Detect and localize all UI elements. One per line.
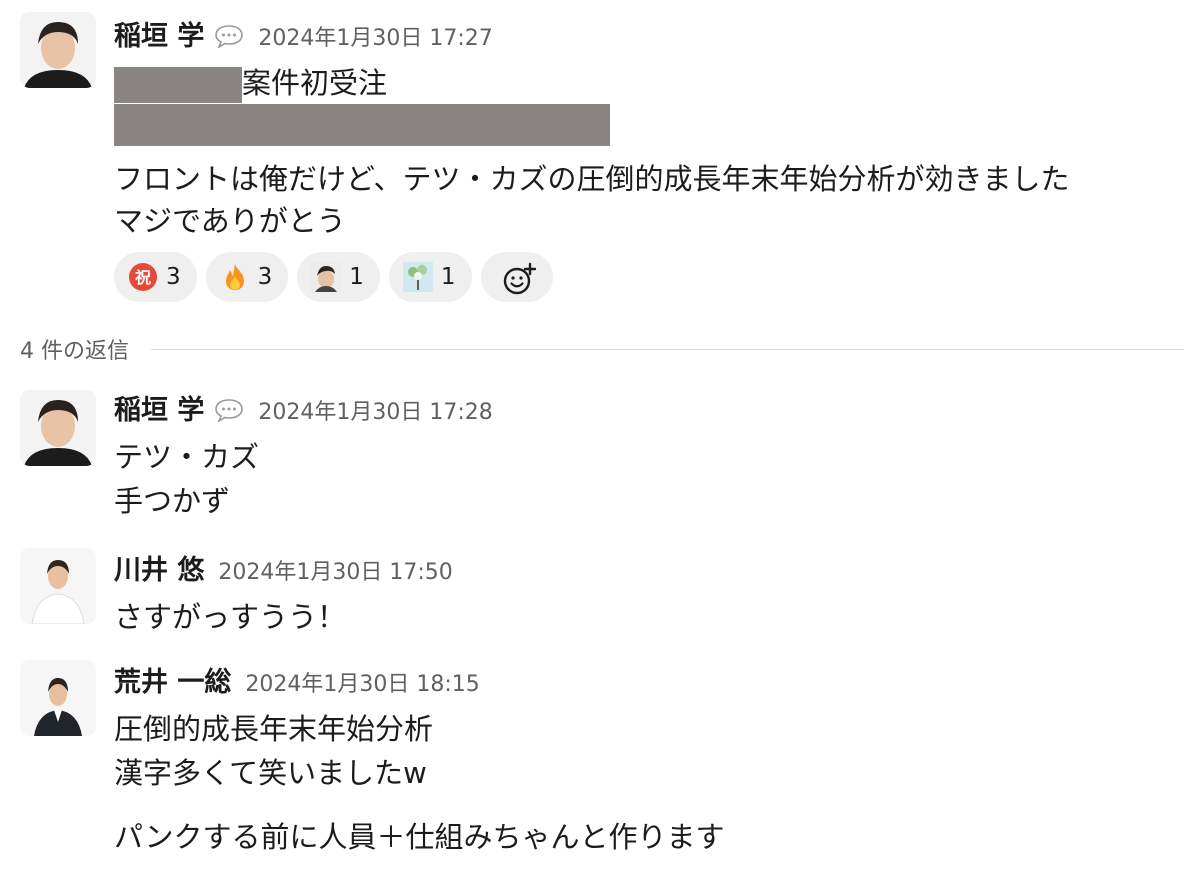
avatar[interactable]	[20, 390, 96, 466]
avatar[interactable]	[20, 12, 96, 88]
timestamp[interactable]: 2024年1月30日 17:27	[258, 20, 492, 52]
svg-text:祝: 祝	[135, 268, 151, 287]
fire-icon	[220, 262, 250, 292]
message-text: 圧倒的成長年末年始分析	[114, 712, 434, 746]
message-text: フロントは俺だけど、テツ・カズの圧倒的成長年末年始分析が効きました	[114, 162, 1070, 196]
message-line: 案件初受注	[114, 60, 387, 103]
reaction-pill[interactable]: 3	[205, 252, 289, 302]
add-emoji-icon	[502, 262, 536, 295]
author-name[interactable]: 稲垣 学	[114, 14, 204, 53]
timestamp[interactable]: 2024年1月30日 18:15	[245, 666, 479, 698]
timestamp[interactable]: 2024年1月30日 17:50	[218, 554, 452, 586]
redacted-block	[114, 67, 242, 103]
author-name[interactable]: 稲垣 学	[114, 388, 204, 427]
celebrate-icon: 祝	[128, 262, 158, 292]
reaction-count: 3	[166, 264, 181, 290]
message-text: マジでありがとう	[114, 204, 346, 238]
message-text: さすがっすうう！	[114, 600, 347, 634]
message-text: パンクする前に人員＋仕組みちゃんと作ります	[114, 820, 725, 854]
timestamp[interactable]: 2024年1月30日 17:28	[258, 394, 492, 426]
speech-bubble-icon	[214, 398, 244, 423]
reaction-count: 1	[349, 264, 364, 290]
reaction-count: 1	[440, 264, 456, 290]
redacted-block	[114, 104, 610, 146]
custom-tree-emoji-icon	[402, 262, 433, 292]
custom-person-emoji-icon	[311, 262, 342, 292]
divider	[151, 348, 1184, 350]
author-name[interactable]: 荒井 一総	[114, 660, 231, 699]
reaction-pill[interactable]: 1	[297, 252, 380, 302]
speech-bubble-icon	[214, 24, 244, 49]
message-text: テツ・カズ	[114, 440, 260, 474]
message-text: 案件初受注	[242, 66, 388, 100]
message-text: 手つかず	[114, 484, 231, 518]
message-line	[114, 104, 610, 146]
avatar[interactable]	[20, 548, 96, 624]
add-reaction-button[interactable]	[480, 252, 553, 302]
message-text: 漢字多くて笑いましたw	[114, 756, 427, 790]
reactions-bar: 祝 3 3 1 1	[114, 252, 553, 302]
reaction-pill[interactable]: 1	[388, 252, 472, 302]
author-name[interactable]: 川井 悠	[114, 548, 204, 587]
avatar[interactable]	[20, 660, 96, 736]
reaction-pill[interactable]: 祝 3	[114, 252, 197, 302]
replies-count-label: 4 件の返信	[20, 339, 129, 364]
replies-divider-row: 4 件の返信	[20, 332, 1184, 366]
reaction-count: 3	[257, 264, 273, 290]
